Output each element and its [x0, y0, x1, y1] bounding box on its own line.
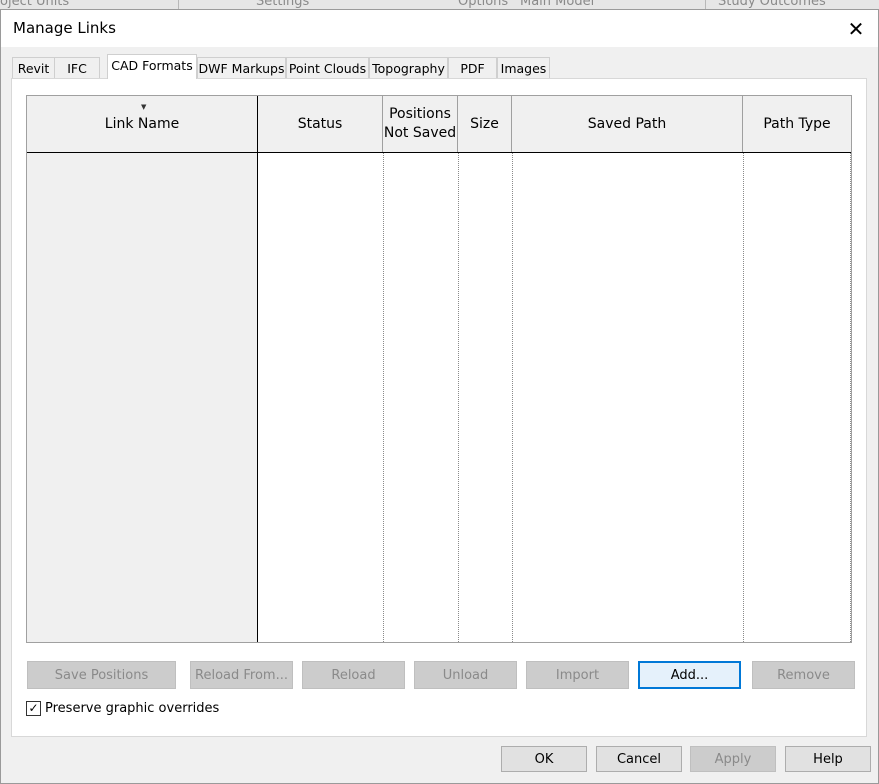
unload-button[interactable]: Unload [414, 661, 517, 689]
tab-images[interactable]: Images [497, 57, 550, 78]
background-label: Options [458, 0, 509, 9]
tab-pdf[interactable]: PDF [448, 57, 497, 78]
links-table[interactable]: ▼ Link Name Status Positions Not Saved S… [26, 95, 852, 643]
column-header-label: Saved Path [587, 115, 667, 132]
close-icon[interactable]: ✕ [839, 15, 873, 43]
column-header-label: Status [297, 115, 343, 132]
dialog-title: Manage Links [13, 19, 116, 37]
save-positions-button[interactable]: Save Positions [27, 661, 176, 689]
reload-from-button[interactable]: Reload From... [190, 661, 293, 689]
column-header-positions-not-saved[interactable]: Positions Not Saved [383, 96, 458, 152]
title-bar: Manage Links ✕ [1, 10, 878, 47]
tab-ifc[interactable]: IFC [54, 57, 100, 78]
manage-links-dialog: Manage Links ✕ Revit IFC CAD Formats DWF… [0, 9, 879, 784]
link-name-column-body [27, 153, 258, 642]
apply-button[interactable]: Apply [690, 746, 776, 772]
preserve-overrides-checkbox[interactable]: ✓ [26, 701, 41, 716]
tab-revit[interactable]: Revit [12, 57, 55, 78]
ribbon-separator [178, 0, 179, 9]
help-button[interactable]: Help [785, 746, 871, 772]
column-gridline [383, 153, 384, 642]
tab-cad-formats[interactable]: CAD Formats [107, 54, 197, 79]
remove-button[interactable]: Remove [752, 661, 855, 689]
column-header-status[interactable]: Status [258, 96, 383, 152]
ok-button[interactable]: OK [501, 746, 587, 772]
preserve-overrides-label[interactable]: Preserve graphic overrides [45, 701, 219, 716]
column-header-link-name[interactable]: ▼ Link Name [27, 96, 258, 152]
column-header-path-type[interactable]: Path Type [743, 96, 851, 152]
column-header-saved-path[interactable]: Saved Path [512, 96, 743, 152]
column-gridline [850, 153, 851, 642]
column-header-label: Link Name [104, 115, 180, 132]
column-header-label: Path Type [763, 115, 831, 132]
import-button[interactable]: Import [526, 661, 629, 689]
tab-dwf-markups[interactable]: DWF Markups [197, 57, 286, 78]
add-button[interactable]: Add... [638, 661, 741, 689]
column-header-label: Positions Not Saved [383, 106, 457, 141]
column-header-size[interactable]: Size [458, 96, 512, 152]
background-label: Study Outcomes [718, 0, 826, 9]
tab-topography[interactable]: Topography [369, 57, 448, 78]
column-gridline [512, 153, 513, 642]
reload-button[interactable]: Reload [302, 661, 405, 689]
ribbon-separator [705, 0, 706, 9]
background-label: Main Model [520, 0, 595, 9]
background-label: oject Units [0, 0, 70, 9]
column-header-label: Size [470, 115, 499, 132]
background-ribbon: oject Units Settings Options Main Model … [0, 0, 879, 9]
sort-arrow-icon: ▼ [141, 103, 147, 111]
tab-point-clouds[interactable]: Point Clouds [286, 57, 369, 78]
cancel-button[interactable]: Cancel [596, 746, 682, 772]
column-gridline [743, 153, 744, 642]
column-gridline [458, 153, 459, 642]
background-label: Settings [256, 0, 310, 9]
